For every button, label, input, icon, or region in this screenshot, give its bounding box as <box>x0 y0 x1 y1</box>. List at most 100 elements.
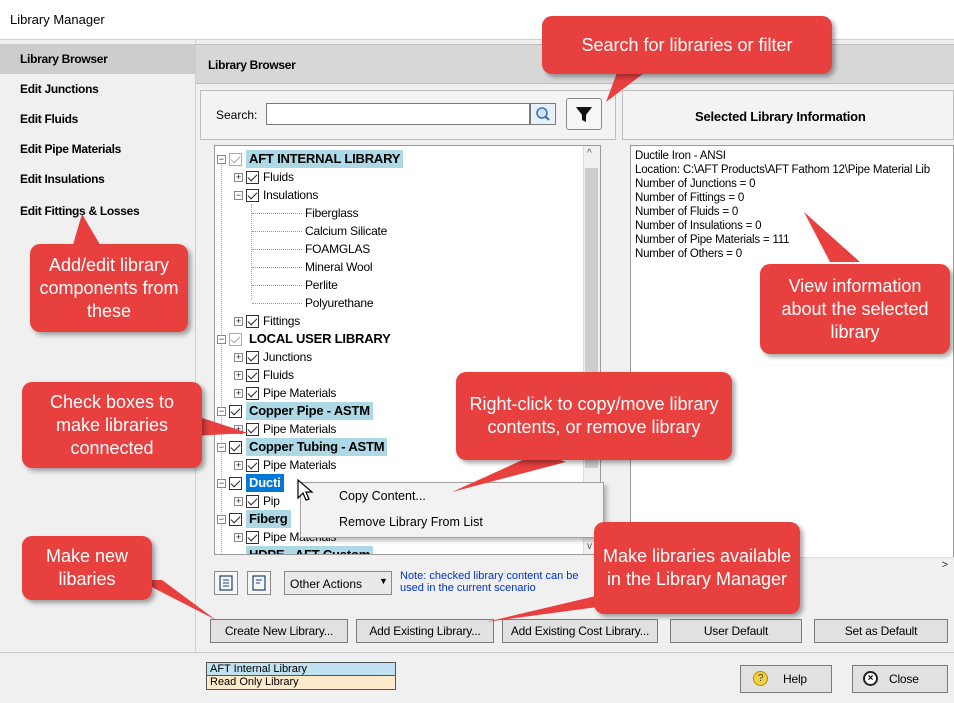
tree-item-fluids[interactable]: + Fluids <box>215 168 595 186</box>
checkbox-icon[interactable] <box>246 531 259 544</box>
magnifier-icon <box>536 107 550 121</box>
checkbox-icon[interactable] <box>246 387 259 400</box>
search-button[interactable] <box>530 103 556 125</box>
tree-item-aft-internal[interactable]: − AFT INTERNAL LIBRARY <box>215 150 595 168</box>
info-header: Selected Library Information <box>622 90 954 140</box>
nav-edit-fluids[interactable]: Edit Fluids <box>0 104 196 134</box>
tree-item-fittings[interactable]: + Fittings <box>215 312 595 330</box>
checkbox-icon[interactable] <box>246 423 259 436</box>
collapse-icon[interactable]: − <box>234 191 243 200</box>
info-line: Number of Pipe Materials = 111 <box>635 234 790 246</box>
callout-info: View information about the selected libr… <box>760 264 950 354</box>
user-default-button[interactable]: User Default <box>670 619 802 643</box>
info-line: Ductile Iron - ANSI <box>635 150 726 162</box>
tree-item-foamglas[interactable]: FOAMGLAS <box>215 240 595 258</box>
expand-icon[interactable]: + <box>234 425 243 434</box>
info-line: Number of Junctions = 0 <box>635 178 756 190</box>
tree-item-hdpe[interactable]: HDPE - AFT Custom <box>215 546 595 554</box>
browser-title: Library Browser <box>208 58 296 72</box>
checkbox-icon[interactable] <box>229 441 242 454</box>
checkbox-icon[interactable] <box>246 189 259 202</box>
checkbox-icon[interactable] <box>246 171 259 184</box>
info-title: Selected Library Information <box>695 109 866 124</box>
scroll-right-icon[interactable]: > <box>942 559 948 571</box>
tree-item-mineral-wool[interactable]: Mineral Wool <box>215 258 595 276</box>
add-existing-cost-library-button[interactable]: Add Existing Cost Library... <box>502 619 658 643</box>
filter-icon <box>576 107 592 122</box>
callout-checkboxes: Check boxes to make libraries connected <box>22 382 202 468</box>
collapse-tree-icon <box>252 575 266 591</box>
set-as-default-button[interactable]: Set as Default <box>814 619 948 643</box>
expand-icon[interactable]: + <box>234 389 243 398</box>
checkbox-icon[interactable] <box>246 369 259 382</box>
tree-item-fiberglass[interactable]: Fiberglass <box>215 204 595 222</box>
menu-remove-library[interactable]: Remove Library From List <box>339 515 483 529</box>
mouse-cursor-icon <box>297 478 314 501</box>
callout-available: Make libraries available in the Library … <box>594 522 800 614</box>
collapse-icon[interactable]: − <box>217 443 226 452</box>
checkbox-icon[interactable] <box>246 495 259 508</box>
nav-edit-pipe-materials[interactable]: Edit Pipe Materials <box>0 134 196 164</box>
expand-icon[interactable]: + <box>234 353 243 362</box>
collapse-icon[interactable]: − <box>217 155 226 164</box>
add-existing-library-button[interactable]: Add Existing Library... <box>356 619 494 643</box>
expand-all-button[interactable] <box>214 571 238 595</box>
tree-item-perlite[interactable]: Perlite <box>215 276 595 294</box>
expand-icon[interactable]: + <box>234 461 243 470</box>
help-icon: ? <box>753 671 768 686</box>
scroll-down-icon[interactable]: v <box>587 541 592 552</box>
tree-item-junctions[interactable]: + Junctions <box>215 348 595 366</box>
close-button[interactable]: × Close <box>852 665 948 693</box>
collapse-icon[interactable]: − <box>217 479 226 488</box>
callout-search: Search for libraries or filter <box>542 16 832 74</box>
checkbox-icon[interactable] <box>229 153 242 166</box>
dropdown-arrow-icon: ▼ <box>379 576 388 586</box>
tree-item-calcium-silicate[interactable]: Calcium Silicate <box>215 222 595 240</box>
expand-icon[interactable]: + <box>234 533 243 542</box>
expand-icon[interactable]: + <box>234 371 243 380</box>
callout-rightclick: Right-click to copy/move library content… <box>456 372 732 460</box>
expand-icon[interactable]: + <box>234 317 243 326</box>
checked-content-note: Note: checked library content can be use… <box>400 570 579 594</box>
create-new-library-button[interactable]: Create New Library... <box>210 619 348 643</box>
checkbox-icon[interactable] <box>246 315 259 328</box>
callout-edit: Add/edit library components from these <box>30 244 188 332</box>
close-icon: × <box>863 671 878 686</box>
checkbox-icon[interactable] <box>246 459 259 472</box>
checkbox-icon[interactable] <box>229 513 242 526</box>
checkbox-icon[interactable] <box>229 405 242 418</box>
context-menu: Copy Content... Remove Library From List <box>300 482 604 538</box>
info-line: Number of Fluids = 0 <box>635 206 739 218</box>
legend-read-only: Read Only Library <box>206 676 396 690</box>
collapse-icon[interactable]: − <box>217 515 226 524</box>
tree-item-local-user[interactable]: − LOCAL USER LIBRARY <box>215 330 595 348</box>
nav-edit-insulations[interactable]: Edit Insulations <box>0 164 196 194</box>
expand-tree-icon <box>219 575 233 591</box>
help-button[interactable]: ? Help <box>740 665 832 693</box>
scroll-up-icon[interactable]: ^ <box>587 148 592 159</box>
expand-icon[interactable]: + <box>234 497 243 506</box>
tree-item-polyurethane[interactable]: Polyurethane <box>215 294 595 312</box>
search-label: Search: <box>216 108 258 122</box>
expand-icon[interactable]: + <box>234 173 243 182</box>
nav-edit-junctions[interactable]: Edit Junctions <box>0 74 196 104</box>
legend-internal: AFT Internal Library <box>206 662 396 676</box>
collapse-icon[interactable]: − <box>217 407 226 416</box>
callout-new: Make new libaries <box>22 536 152 600</box>
info-line: Number of Others = 0 <box>635 248 742 260</box>
menu-copy-content[interactable]: Copy Content... <box>339 489 426 503</box>
tree-item-insulations[interactable]: − Insulations <box>215 186 595 204</box>
checkbox-icon[interactable] <box>229 333 242 346</box>
other-actions-dropdown[interactable]: Other Actions ▼ <box>284 571 392 595</box>
collapse-all-button[interactable] <box>247 571 271 595</box>
nav-library-browser[interactable]: Library Browser <box>0 44 196 74</box>
collapse-icon[interactable]: − <box>217 335 226 344</box>
window-title: Library Manager <box>10 12 105 27</box>
nav-edit-fittings-losses[interactable]: Edit Fittings & Losses <box>0 196 196 226</box>
filter-button[interactable] <box>566 98 602 130</box>
info-line: Number of Insulations = 0 <box>635 220 762 232</box>
checkbox-icon[interactable] <box>246 351 259 364</box>
checkbox-icon[interactable] <box>229 477 242 490</box>
info-line: Location: C:\AFT Products\AFT Fathom 12\… <box>635 164 930 176</box>
search-input[interactable] <box>266 103 530 125</box>
